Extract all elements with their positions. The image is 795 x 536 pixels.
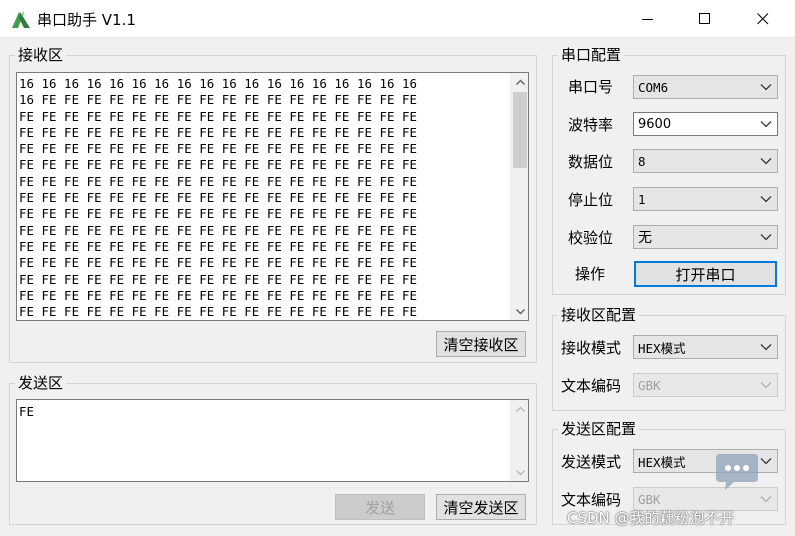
close-button[interactable] — [740, 0, 786, 38]
receive-scrollbar[interactable] — [510, 73, 528, 320]
chevron-down-icon — [760, 84, 772, 91]
send-text: FE — [19, 404, 35, 419]
send-group-title: 发送区 — [15, 374, 67, 392]
maximize-button[interactable] — [682, 0, 728, 38]
app-logo-icon — [12, 11, 30, 28]
stopbits-label: 停止位 — [568, 191, 614, 209]
port-select[interactable]: COM6 — [633, 75, 778, 99]
chevron-down-icon — [515, 469, 525, 475]
chevron-down-icon — [760, 234, 772, 241]
send-encoding-value: GBK — [638, 491, 661, 507]
send-scrollbar[interactable] — [510, 400, 528, 481]
receive-textarea[interactable]: 16 16 16 16 16 16 16 16 16 16 16 16 16 1… — [16, 72, 529, 321]
serial-config-title: 串口配置 — [558, 46, 625, 64]
chevron-down-icon — [515, 308, 525, 314]
scroll-down-arrow[interactable] — [511, 464, 528, 481]
close-icon — [757, 13, 769, 25]
stopbits-value: 1 — [638, 191, 646, 207]
recv-encoding-select[interactable]: GBK — [633, 373, 778, 397]
recv-mode-select[interactable]: HEX模式 — [633, 335, 778, 359]
chevron-down-icon — [760, 196, 772, 203]
send-button[interactable]: 发送 — [335, 494, 425, 520]
clear-send-button[interactable]: 清空发送区 — [436, 494, 526, 520]
chevron-up-icon — [515, 79, 525, 85]
chevron-down-icon — [760, 158, 772, 165]
recv-config-title: 接收区配置 — [558, 306, 640, 324]
parity-select[interactable]: 无 — [633, 225, 778, 249]
chevron-up-icon — [515, 406, 525, 412]
baud-select[interactable]: 9600 — [633, 112, 778, 136]
port-value: COM6 — [638, 79, 669, 95]
scroll-thumb[interactable] — [513, 92, 527, 168]
title-bar: 串口助手 V1.1 — [0, 0, 795, 38]
chat-bubble-icon — [716, 454, 758, 490]
watermark-text: CSDN @我的藕粉泡不开 — [567, 509, 735, 527]
chevron-down-icon — [760, 496, 772, 503]
chevron-down-icon — [760, 121, 772, 128]
parity-label: 校验位 — [568, 229, 614, 247]
clear-receive-button[interactable]: 清空接收区 — [436, 331, 526, 357]
minimize-button[interactable] — [625, 0, 671, 38]
maximize-icon — [699, 13, 710, 24]
parity-value: 无 — [638, 230, 652, 246]
stopbits-select[interactable]: 1 — [633, 187, 778, 211]
send-mode-value: HEX模式 — [638, 454, 686, 470]
scroll-up-arrow[interactable] — [511, 73, 528, 90]
operate-label: 操作 — [575, 265, 606, 283]
receive-text: 16 16 16 16 16 16 16 16 16 16 16 16 16 1… — [19, 76, 418, 320]
chevron-down-icon — [760, 382, 772, 389]
recv-encoding-label: 文本编码 — [561, 377, 622, 395]
open-port-button[interactable]: 打开串口 — [634, 261, 777, 287]
chevron-down-icon — [760, 344, 772, 351]
recv-encoding-value: GBK — [638, 377, 661, 393]
scroll-up-arrow[interactable] — [511, 400, 528, 417]
databits-value: 8 — [638, 153, 646, 169]
send-config-title: 发送区配置 — [558, 420, 640, 438]
minimize-icon — [642, 19, 653, 20]
window-title: 串口助手 V1.1 — [37, 11, 136, 29]
databits-select[interactable]: 8 — [633, 149, 778, 173]
send-textarea[interactable]: FE — [16, 399, 529, 482]
databits-label: 数据位 — [568, 153, 614, 171]
chevron-down-icon — [760, 458, 772, 465]
recv-mode-value: HEX模式 — [638, 340, 686, 356]
baud-value: 9600 — [638, 116, 672, 132]
port-label: 串口号 — [568, 78, 614, 96]
scroll-down-arrow[interactable] — [511, 303, 528, 320]
receive-group-title: 接收区 — [15, 46, 67, 64]
send-mode-label: 发送模式 — [561, 453, 622, 471]
baud-label: 波特率 — [568, 116, 614, 134]
recv-mode-label: 接收模式 — [561, 339, 622, 357]
